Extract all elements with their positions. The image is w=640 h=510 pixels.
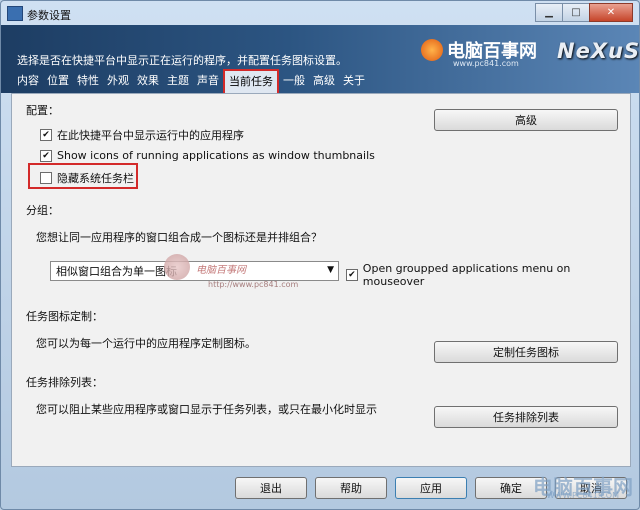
watermark-name: 电脑百事网 [196,265,246,276]
customize-task-icon-button[interactable]: 定制任务图标 [434,341,618,363]
close-icon: ✕ [606,7,616,18]
task-icon-section-title: 任务图标定制： [26,310,103,323]
thumbnail-icons-checkbox[interactable]: ✔ [40,149,52,162]
highlight-box [28,163,138,189]
tab-content-panel: 配置： 高级 ✔ 在此快捷平台中显示运行中的应用程序 ✔ Show icons … [11,93,631,467]
exclude-section-title: 任务排除列表： [26,376,103,389]
window-controls: ▁ □ ✕ [535,3,633,22]
thumbnail-icons-option[interactable]: ✔ Show icons of running applications as … [40,149,375,162]
advanced-button[interactable]: 高级 [434,109,618,131]
watermark-logo-icon [164,254,190,280]
show-running-apps-option[interactable]: ✔ 在此快捷平台中显示运行中的应用程序 [40,127,244,143]
config-section-title: 配置： [26,104,59,117]
settings-window: 参数设置 ▁ □ ✕ 选择是否在快捷平台中显示正在运行的程序，并配置任务图标设置… [0,0,640,510]
tab-effects[interactable]: 效果 [133,72,163,90]
tab-position[interactable]: 位置 [43,72,73,90]
app-icon [7,6,23,21]
close-button[interactable]: ✕ [589,3,633,22]
tab-general[interactable]: 一般 [279,72,309,90]
menu-on-mouseover-label: Open groupped applications menu on mouse… [362,262,571,288]
tab-advanced[interactable]: 高级 [309,72,339,90]
menu-on-mouseover-checkbox[interactable]: ✔ [346,269,358,281]
menu-on-mouseover-option[interactable]: ✔ Open groupped applications menu on mou… [346,262,630,288]
group-section-title: 分组： [26,204,59,217]
exclude-desc: 您可以阻止某些应用程序或窗口显示于任务列表，或只在最小化时显示 [36,403,377,416]
watermark-logo-icon [421,39,443,61]
window-title: 参数设置 [27,9,71,22]
group-mode-value: 相似窗口组合为单一图标 [56,265,177,278]
task-icon-desc: 您可以为每一个运行中的应用程序定制图标。 [36,337,256,350]
maximize-icon: □ [571,7,581,18]
title-bar[interactable]: 参数设置 ▁ □ ✕ [1,1,639,25]
task-exclude-list-button[interactable]: 任务排除列表 [434,406,618,428]
watermark-url: http://www.pc841.com [208,280,299,289]
nexus-brand-logo: NeXuS [557,39,640,63]
apply-button[interactable]: 应用 [395,477,467,499]
tab-themes[interactable]: 主题 [163,72,193,90]
group-question: 您想让同一应用程序的窗口组合成一个图标还是并排组合？ [36,231,322,244]
header-description: 选择是否在快捷平台中显示正在运行的程序，并配置任务图标设置。 [17,54,347,67]
tab-sounds[interactable]: 声音 [193,72,223,90]
tab-content[interactable]: 内容 [13,72,43,90]
chevron-down-icon: ▼ [327,265,334,275]
minimize-icon: ▁ [545,7,553,18]
group-mode-select[interactable]: 相似窗口组合为单一图标 ▼ [50,261,339,281]
show-running-apps-label: 在此快捷平台中显示运行中的应用程序 [57,129,244,142]
help-button[interactable]: 帮助 [315,477,387,499]
show-running-apps-checkbox[interactable]: ✔ [40,129,52,141]
corner-watermark-url: WWW.PC841.COM [546,491,619,500]
minimize-button[interactable]: ▁ [535,3,563,22]
maximize-button[interactable]: □ [562,3,590,22]
thumbnail-icons-label: Show icons of running applications as wi… [57,149,375,162]
header-banner: 选择是否在快捷平台中显示正在运行的程序，并配置任务图标设置。 电脑百事网 www… [1,25,640,97]
tab-appearance[interactable]: 外观 [103,72,133,90]
header-watermark-url: www.pc841.com [453,59,519,68]
tab-features[interactable]: 特性 [73,72,103,90]
exit-button[interactable]: 退出 [235,477,307,499]
tab-about[interactable]: 关于 [339,72,369,90]
